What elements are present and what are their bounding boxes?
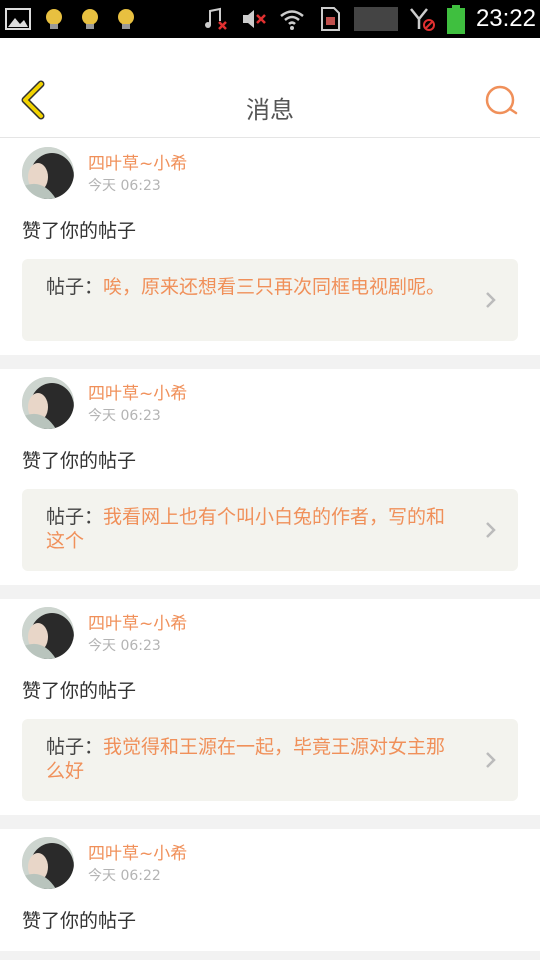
wifi-icon [278, 5, 306, 33]
message-action: 赞了你的帖子 [22, 680, 137, 702]
message-time: 今天 06:23 [88, 408, 161, 424]
message-username[interactable]: 四叶草~小希 [88, 609, 187, 634]
post-body: 我觉得和王源在一起，毕竟王源对女主那么好 [46, 736, 446, 782]
gallery-icon [4, 5, 32, 33]
post-text: 帖子：唉，原来还想看三只再次同框电视剧呢。 [46, 275, 464, 299]
page-title: 消息 [246, 96, 294, 124]
chevron-right-icon [484, 290, 498, 310]
message-time: 今天 06:22 [88, 868, 161, 884]
message-list[interactable]: 四叶草~小希 今天 06:23 赞了你的帖子 帖子：唉，原来还想看三只再次同框电… [0, 139, 540, 960]
message-time: 今天 06:23 [88, 178, 161, 194]
post-text: 帖子：我觉得和王源在一起，毕竟王源对女主那么好 [46, 735, 464, 783]
message-username[interactable]: 四叶草~小希 [88, 149, 187, 174]
status-bar-right: 23:22 [202, 3, 536, 35]
volume-muted-icon [240, 5, 268, 33]
post-prefix: 帖子： [46, 276, 104, 298]
message-item[interactable]: 四叶草~小希 今天 06:23 赞了你的帖子 帖子：我觉得和王源在一起，毕竟王源… [0, 599, 540, 815]
notification-lightbulb-icon [112, 5, 140, 33]
chevron-right-icon [484, 750, 498, 770]
post-body: 唉，原来还想看三只再次同框电视剧呢。 [103, 276, 446, 298]
post-preview[interactable]: 帖子：唉，原来还想看三只再次同框电视剧呢。 [22, 259, 518, 341]
message-time: 今天 06:23 [88, 638, 161, 654]
message-action: 赞了你的帖子 [22, 220, 137, 242]
search-icon [482, 85, 522, 126]
signal-icon [353, 5, 398, 33]
post-prefix: 帖子： [46, 736, 104, 758]
notification-lightbulb-icon [40, 5, 68, 33]
message-action: 赞了你的帖子 [22, 450, 137, 472]
message-user-row: 四叶草~小希 今天 06:23 [22, 605, 518, 661]
notification-lightbulb-icon [76, 5, 104, 33]
message-item[interactable]: 四叶草~小希 今天 06:22 赞了你的帖子 [0, 829, 540, 951]
message-item[interactable]: 四叶草~小希 今天 06:23 赞了你的帖子 帖子：唉，原来还想看三只再次同框电… [0, 139, 540, 355]
message-item[interactable]: 四叶草~小希 今天 06:23 赞了你的帖子 帖子：我看网上也有个叫小白兔的作者… [0, 369, 540, 585]
avatar[interactable] [22, 837, 74, 889]
avatar[interactable] [22, 377, 74, 429]
post-prefix: 帖子： [46, 506, 104, 528]
post-body: 我看网上也有个叫小白兔的作者，写的和这个 [46, 506, 446, 552]
status-time: 23:22 [475, 5, 536, 32]
message-action: 赞了你的帖子 [22, 910, 137, 932]
message-user-row: 四叶草~小希 今天 06:22 [22, 835, 518, 891]
message-user-row: 四叶草~小希 今天 06:23 [22, 375, 518, 431]
post-preview[interactable]: 帖子：我看网上也有个叫小白兔的作者，写的和这个 [22, 489, 518, 571]
search-button[interactable] [482, 82, 522, 122]
chevron-right-icon [484, 520, 498, 540]
no-signal-icon [408, 5, 436, 33]
message-user-row: 四叶草~小希 今天 06:23 [22, 145, 518, 201]
sim-card-icon [316, 5, 344, 33]
status-bar: 23:22 [0, 0, 540, 38]
top-app-bar: 消息 [0, 38, 540, 138]
message-username[interactable]: 四叶草~小希 [88, 839, 187, 864]
post-preview[interactable]: 帖子：我觉得和王源在一起，毕竟王源对女主那么好 [22, 719, 518, 801]
message-username[interactable]: 四叶草~小希 [88, 379, 187, 404]
status-bar-left [4, 4, 140, 34]
battery-icon [446, 5, 466, 34]
avatar[interactable] [22, 147, 74, 199]
music-muted-icon [202, 5, 230, 33]
avatar[interactable] [22, 607, 74, 659]
post-text: 帖子：我看网上也有个叫小白兔的作者，写的和这个 [46, 505, 464, 553]
